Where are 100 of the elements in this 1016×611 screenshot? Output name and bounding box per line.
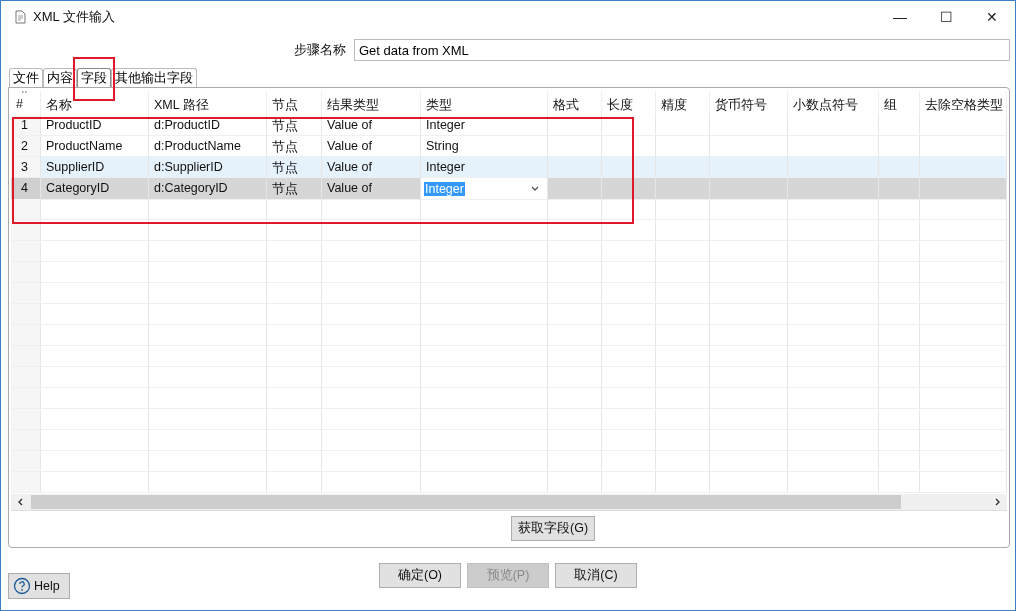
empty-table-cell bbox=[879, 472, 920, 493]
empty-table-cell bbox=[548, 199, 602, 220]
table-cell: 节点 bbox=[267, 178, 322, 200]
column-header[interactable]: 类型 bbox=[426, 98, 452, 112]
column-header[interactable]: # bbox=[16, 97, 23, 111]
empty-table-cell bbox=[267, 304, 322, 325]
empty-table-cell bbox=[879, 199, 920, 220]
table-cell bbox=[602, 178, 656, 200]
horizontal-scrollbar[interactable] bbox=[11, 494, 1007, 510]
window-control-button[interactable]: — bbox=[877, 2, 923, 32]
column-header[interactable]: 名称 bbox=[46, 98, 72, 112]
empty-table-cell bbox=[879, 367, 920, 388]
empty-table-cell bbox=[602, 409, 656, 430]
table-cell: 2 bbox=[11, 136, 41, 157]
empty-table-cell bbox=[267, 262, 322, 283]
tab[interactable]: 内容 bbox=[43, 68, 77, 87]
column-header[interactable]: 节点 bbox=[272, 98, 298, 112]
empty-table-cell bbox=[879, 241, 920, 262]
empty-table-cell bbox=[879, 388, 920, 409]
help-icon bbox=[13, 577, 31, 595]
column-header[interactable]: 小数点符号 bbox=[793, 98, 858, 112]
empty-table-cell bbox=[11, 199, 41, 220]
empty-table-cell bbox=[656, 367, 710, 388]
tab[interactable]: 文件 bbox=[9, 68, 43, 87]
empty-table-cell bbox=[267, 367, 322, 388]
empty-table-cell bbox=[548, 430, 602, 451]
empty-table-cell bbox=[11, 388, 41, 409]
tab[interactable]: 字段 bbox=[77, 68, 111, 87]
help-button[interactable]: Help bbox=[8, 573, 70, 599]
dialog-button[interactable]: 取消(C) bbox=[555, 563, 637, 588]
empty-table-cell bbox=[11, 304, 41, 325]
column-header[interactable]: 货币符号 bbox=[715, 98, 767, 112]
empty-table-cell bbox=[602, 472, 656, 493]
table-cell: d:CategoryID bbox=[149, 178, 267, 200]
table-cell: 节点 bbox=[267, 115, 322, 136]
column-header[interactable]: XML 路径 bbox=[154, 98, 209, 112]
empty-table-cell bbox=[267, 346, 322, 367]
column-header[interactable]: 精度 bbox=[661, 98, 687, 112]
table-cell bbox=[656, 178, 710, 200]
empty-table-cell bbox=[548, 367, 602, 388]
empty-table-cell bbox=[602, 325, 656, 346]
empty-table-cell bbox=[879, 451, 920, 472]
empty-table-cell bbox=[879, 346, 920, 367]
empty-table-cell bbox=[879, 220, 920, 241]
empty-table-cell bbox=[602, 262, 656, 283]
get-fields-button[interactable]: 获取字段(G) bbox=[511, 516, 596, 541]
empty-table-cell bbox=[267, 241, 322, 262]
empty-table-cell bbox=[656, 472, 710, 493]
table-row[interactable]: 4 CategoryID d:CategoryID 节点 Value of Integer bbox=[11, 178, 1007, 199]
empty-table-cell bbox=[548, 451, 602, 472]
empty-table-cell bbox=[11, 220, 41, 241]
empty-table-cell bbox=[602, 367, 656, 388]
window-control-button[interactable]: ☐ bbox=[923, 2, 969, 32]
empty-table-cell bbox=[548, 346, 602, 367]
empty-table-cell bbox=[267, 472, 322, 493]
empty-table-cell bbox=[879, 262, 920, 283]
empty-table-cell bbox=[602, 451, 656, 472]
table-row[interactable]: 3 SupplierID d:SupplierID 节点 Value of Integer bbox=[11, 157, 1007, 178]
empty-table-cell bbox=[548, 325, 602, 346]
empty-table-cell bbox=[656, 409, 710, 430]
empty-table-cell bbox=[879, 430, 920, 451]
column-header[interactable]: 结果类型 bbox=[327, 98, 379, 112]
column-header[interactable]: 长度 bbox=[607, 98, 633, 112]
empty-table-cell bbox=[602, 241, 656, 262]
table-row[interactable]: 1 ProductID d:ProductID 节点 Value of Integer bbox=[11, 115, 1007, 136]
empty-table-cell bbox=[548, 241, 602, 262]
empty-table-cell bbox=[267, 220, 322, 241]
table-cell bbox=[548, 178, 602, 200]
empty-table-cell bbox=[656, 346, 710, 367]
column-header[interactable]: 格式 bbox=[553, 98, 579, 112]
step-name-label: 步骤名称 bbox=[294, 41, 346, 59]
empty-table-cell bbox=[548, 472, 602, 493]
empty-table-cell bbox=[11, 451, 41, 472]
window-control-button[interactable]: ✕ bbox=[969, 2, 1015, 32]
empty-table-cell bbox=[879, 304, 920, 325]
dialog-button[interactable]: 确定(O) bbox=[379, 563, 461, 588]
empty-table-cell bbox=[11, 346, 41, 367]
chevron-down-icon bbox=[531, 185, 539, 192]
table-cell bbox=[879, 178, 920, 200]
empty-table-cell bbox=[267, 199, 322, 220]
empty-table-cell bbox=[602, 430, 656, 451]
empty-table-cell bbox=[656, 262, 710, 283]
empty-table-cell bbox=[267, 388, 322, 409]
empty-table-cell bbox=[656, 199, 710, 220]
table-cell: 3 bbox=[11, 157, 41, 178]
empty-table-cell bbox=[548, 388, 602, 409]
empty-table-cell bbox=[267, 409, 322, 430]
step-name-field[interactable]: Get data from XML bbox=[354, 39, 1010, 61]
empty-table-cell bbox=[11, 241, 41, 262]
empty-table-cell bbox=[267, 451, 322, 472]
empty-table-cell bbox=[879, 283, 920, 304]
table-cell: Value of bbox=[322, 115, 421, 136]
tab[interactable]: 其他输出字段 bbox=[111, 68, 197, 87]
empty-table-cell bbox=[656, 388, 710, 409]
empty-table-cell bbox=[602, 220, 656, 241]
column-header[interactable]: 去除空格类型 bbox=[925, 98, 1003, 112]
empty-table-cell bbox=[548, 220, 602, 241]
empty-table-cell bbox=[656, 451, 710, 472]
empty-table-cell bbox=[602, 283, 656, 304]
column-header[interactable]: 组 bbox=[884, 98, 897, 112]
